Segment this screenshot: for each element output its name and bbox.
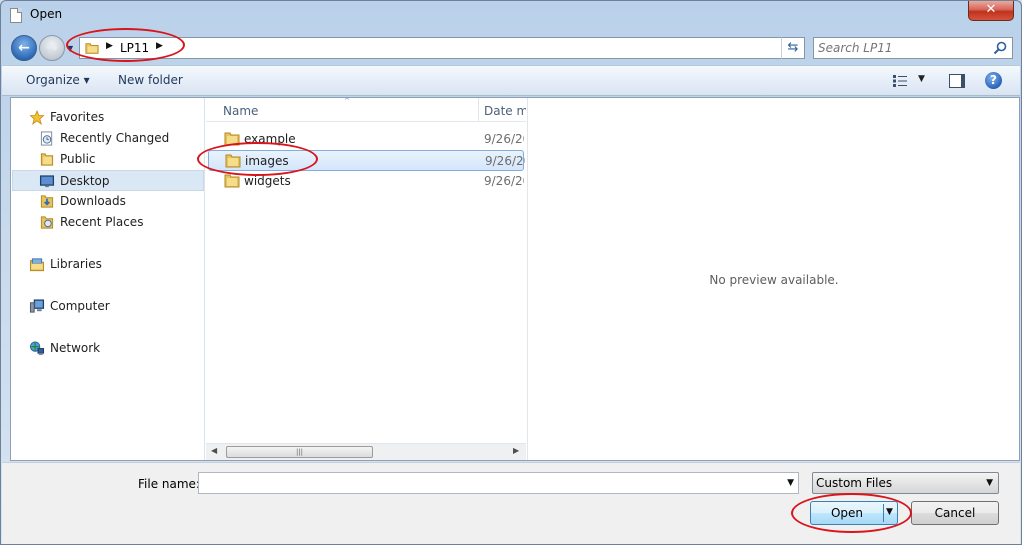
sidebar-item-label: Favorites xyxy=(50,110,105,124)
no-preview-text: No preview available. xyxy=(709,273,839,287)
horizontal-scrollbar[interactable]: ◀ ||| ▶ xyxy=(206,443,526,460)
computer-icon xyxy=(29,299,45,313)
sort-ascending-icon: ^ xyxy=(344,97,350,105)
search-box[interactable] xyxy=(813,37,1013,59)
sidebar-item-favorites[interactable]: Favorites xyxy=(12,107,204,128)
folder-icon xyxy=(224,132,240,146)
sidebar-item-label: Libraries xyxy=(50,257,102,271)
command-bar: Organize ▾ New folder ▼ ? xyxy=(2,65,1020,96)
file-list: Name ^ Date modified example 9/26/20 ima… xyxy=(206,97,526,460)
address-bar[interactable]: ▶ LP11 ▶ ▼ xyxy=(79,37,805,59)
back-button[interactable]: ← xyxy=(11,35,37,61)
file-type-value: Custom Files xyxy=(816,476,893,490)
open-button-label: Open xyxy=(830,506,864,520)
view-options-icon[interactable] xyxy=(893,75,907,87)
network-icon xyxy=(29,341,45,356)
folder-icon xyxy=(224,174,240,188)
file-name: example xyxy=(244,132,296,146)
column-name[interactable]: Name xyxy=(223,104,258,118)
cancel-button[interactable]: Cancel xyxy=(911,501,999,525)
help-icon[interactable]: ? xyxy=(985,72,1002,89)
file-date: 9/26/20 xyxy=(484,174,524,188)
sidebar-item-label: Downloads xyxy=(60,194,126,208)
recent-icon xyxy=(40,131,53,146)
sidebar-item-label: Recent Places xyxy=(60,215,144,229)
downloads-icon xyxy=(40,195,54,208)
content-area: Favorites Recently Changed Public Deskto… xyxy=(10,97,1020,461)
navigation-bar: ← → ▼ ▶ LP11 ▶ ▼ ⇆ xyxy=(1,31,1021,63)
title-bar: Open ✕ xyxy=(1,1,1021,31)
dialog-footer: File name: ▼ Custom Files ▼ Open ▼ Cance… xyxy=(2,462,1020,544)
file-name: widgets xyxy=(244,174,291,188)
scroll-left-button[interactable]: ◀ xyxy=(211,446,217,455)
column-divider[interactable] xyxy=(478,98,479,122)
file-date: 9/26/20 xyxy=(484,132,524,146)
recent-places-icon xyxy=(40,216,54,229)
breadcrumb-separator[interactable]: ▶ xyxy=(156,41,163,51)
preview-pane: No preview available. xyxy=(527,98,1019,460)
close-button[interactable]: ✕ xyxy=(968,1,1014,21)
sidebar-item-downloads[interactable]: Downloads xyxy=(12,191,204,212)
file-name-combo[interactable]: ▼ xyxy=(198,472,799,494)
document-icon xyxy=(10,8,22,23)
search-icon[interactable] xyxy=(993,41,1007,55)
refresh-button[interactable]: ⇆ xyxy=(781,37,805,59)
column-date-modified[interactable]: Date modified xyxy=(484,104,526,118)
scroll-thumb[interactable]: ||| xyxy=(226,446,373,458)
sidebar-item-network[interactable]: Network xyxy=(12,338,204,359)
folder-icon xyxy=(225,154,241,168)
libraries-icon xyxy=(29,258,45,272)
folder-icon xyxy=(40,153,54,166)
folder-icon xyxy=(85,43,99,54)
file-name-field[interactable] xyxy=(202,475,772,491)
sidebar-item-label: Computer xyxy=(50,299,110,313)
star-icon xyxy=(29,110,45,125)
sidebar-item-label: Public xyxy=(60,152,96,166)
sidebar-item-recent-places[interactable]: Recent Places xyxy=(12,212,204,233)
breadcrumb-separator[interactable]: ▶ xyxy=(106,41,113,51)
new-folder-button[interactable]: New folder xyxy=(118,73,183,87)
sidebar-item-computer[interactable]: Computer xyxy=(12,296,204,317)
sidebar-item-label: Recently Changed xyxy=(60,131,170,145)
sidebar-item-label: Desktop xyxy=(60,174,110,188)
window-title: Open xyxy=(30,7,63,21)
file-date: 9/26/20 xyxy=(485,154,525,168)
preview-pane-icon[interactable] xyxy=(949,74,965,88)
organize-button[interactable]: Organize ▾ xyxy=(26,73,90,87)
file-type-filter[interactable]: Custom Files ▼ xyxy=(812,472,999,494)
views-dropdown[interactable]: ▼ xyxy=(918,74,925,84)
forward-button[interactable]: → xyxy=(39,35,65,61)
file-row-widgets[interactable]: widgets 9/26/20 xyxy=(208,171,524,192)
sidebar-item-label: Network xyxy=(50,341,101,355)
navigation-pane: Favorites Recently Changed Public Deskto… xyxy=(11,98,205,460)
file-row-images[interactable]: images 9/26/20 xyxy=(208,150,525,171)
sidebar-item-desktop[interactable]: Desktop xyxy=(12,170,204,191)
sidebar-item-libraries[interactable]: Libraries xyxy=(12,254,204,275)
chevron-down-icon: ▼ xyxy=(986,478,993,488)
split-divider xyxy=(883,504,884,522)
scroll-right-button[interactable]: ▶ xyxy=(513,446,519,455)
desktop-icon xyxy=(39,175,55,188)
search-input[interactable] xyxy=(818,40,988,56)
recent-pages-dropdown[interactable]: ▼ xyxy=(67,44,73,53)
open-dialog: Open ✕ ← → ▼ ▶ LP11 ▶ ▼ ⇆ Organize ▾ xyxy=(0,0,1022,545)
sidebar-item-public[interactable]: Public xyxy=(12,149,204,170)
file-name: images xyxy=(245,154,289,168)
breadcrumb-lp11[interactable]: LP11 xyxy=(120,41,149,55)
file-name-dropdown[interactable]: ▼ xyxy=(787,478,794,488)
sidebar-item-recently-changed[interactable]: Recently Changed xyxy=(12,128,204,149)
file-row-example[interactable]: example 9/26/20 xyxy=(208,129,524,150)
column-header: Name ^ Date modified xyxy=(206,97,526,122)
open-options-dropdown[interactable]: ▼ xyxy=(886,507,893,517)
file-name-label: File name: xyxy=(138,477,200,491)
open-button[interactable]: Open ▼ xyxy=(810,501,898,525)
